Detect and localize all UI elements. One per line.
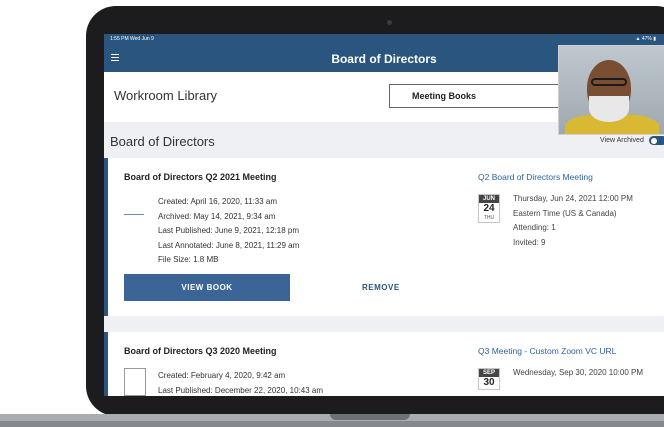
view-book-button[interactable]: VIEW BOOK bbox=[124, 274, 290, 301]
event-link[interactable]: Q2 Board of Directors Meeting bbox=[478, 172, 593, 182]
camera-dot bbox=[387, 20, 392, 25]
library-title: Workroom Library bbox=[114, 88, 218, 103]
person-beard bbox=[589, 96, 629, 122]
date-day: 24 bbox=[483, 203, 495, 214]
meeting-card: Board of Directors Q3 2020 Meeting Creat… bbox=[104, 332, 664, 396]
meeting-title: Board of Directors Q2 2021 Meeting bbox=[124, 172, 277, 182]
meeting-card: Board of Directors Q2 2021 Meeting Creat… bbox=[104, 158, 664, 316]
date-month: JUN bbox=[479, 195, 499, 203]
event-info: Thursday, Jun 24, 2021 12:00 PM Eastern … bbox=[513, 192, 663, 250]
laptop-base-shadow bbox=[0, 421, 664, 427]
glasses-icon bbox=[591, 78, 627, 86]
battery-indicator: ▲ 47% ▮ bbox=[635, 36, 656, 42]
event-timezone: Eastern Time (US & Canada) bbox=[513, 208, 617, 218]
event-info: Wednesday, Sep 30, 2020 10:00 PM bbox=[513, 366, 663, 381]
detail-file-size: File Size: 1.8 MB bbox=[158, 255, 219, 264]
detail-archived: Archived: May 14, 2021, 9:34 am bbox=[158, 211, 276, 221]
laptop-notch bbox=[330, 414, 410, 420]
toggle-knob bbox=[651, 137, 657, 144]
document-icon bbox=[124, 368, 146, 396]
view-archived-toggle[interactable] bbox=[649, 136, 664, 145]
event-datetime: Thursday, Jun 24, 2021 12:00 PM bbox=[513, 194, 633, 203]
detail-last-published: Last Published: December 22, 2020, 10:43… bbox=[158, 385, 323, 395]
document-icon bbox=[124, 214, 144, 215]
meeting-details: Created: April 16, 2020, 11:33 am Archiv… bbox=[158, 195, 299, 268]
event-invited: Invited: 9 bbox=[513, 237, 546, 247]
section-title: Board of Directors bbox=[110, 134, 215, 149]
calendar-date-icon: SEP 30 bbox=[478, 368, 500, 390]
detail-last-published: Last Published: June 9, 2021, 12:18 pm bbox=[158, 226, 299, 235]
calendar-date-icon: JUN 24 THU bbox=[478, 194, 500, 223]
detail-created: Created: February 4, 2020, 9:42 am bbox=[158, 371, 286, 380]
event-datetime: Wednesday, Sep 30, 2020 10:00 PM bbox=[513, 368, 644, 377]
status-bar: 1:55 PM Wed Jun 9 ▲ 47% ▮ bbox=[104, 34, 664, 45]
dropdown-selected-value: Meeting Books bbox=[412, 91, 477, 101]
view-archived-label: View Archived bbox=[600, 137, 644, 144]
battery-icon: ▮ bbox=[653, 36, 656, 42]
remove-button[interactable]: REMOVE bbox=[362, 283, 400, 292]
date-day: 30 bbox=[483, 377, 495, 388]
date-month: SEP bbox=[479, 369, 499, 377]
meeting-title: Board of Directors Q3 2020 Meeting bbox=[124, 346, 277, 356]
detail-created: Created: April 16, 2020, 11:33 am bbox=[158, 197, 278, 206]
date-weekday: THU bbox=[483, 215, 495, 221]
video-call-thumbnail[interactable] bbox=[558, 45, 664, 135]
event-link[interactable]: Q3 Meeting - Custom Zoom VC URL bbox=[478, 346, 616, 356]
detail-last-annotated: Last Annotated: June 8, 2021, 11:29 am bbox=[158, 240, 300, 250]
status-time: 1:55 PM Wed Jun 9 bbox=[110, 36, 154, 42]
battery-level: 47% bbox=[641, 36, 652, 42]
meeting-details: Created: February 4, 2020, 9:42 am Last … bbox=[158, 369, 323, 396]
event-attending: Attending: 1 bbox=[513, 223, 556, 232]
